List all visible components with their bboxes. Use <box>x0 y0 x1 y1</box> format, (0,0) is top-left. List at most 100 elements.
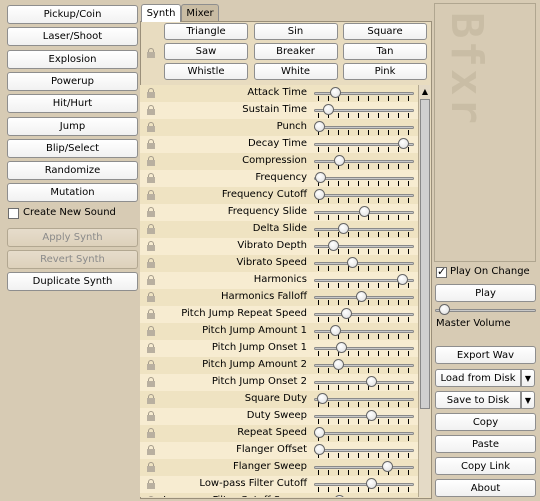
preset-button[interactable]: Hit/Hurt <box>7 94 138 114</box>
lock-icon[interactable] <box>147 326 155 336</box>
about-button[interactable]: About <box>435 479 536 497</box>
param-slider[interactable] <box>314 357 414 374</box>
paste-button[interactable]: Paste <box>435 435 536 453</box>
lock-icon[interactable] <box>147 343 155 353</box>
lock-icon[interactable] <box>147 394 155 404</box>
tab-synth[interactable]: Synth <box>141 4 181 22</box>
param-slider[interactable] <box>314 459 414 476</box>
lock-icon[interactable] <box>147 360 155 370</box>
param-slider[interactable] <box>314 255 414 272</box>
param-slider[interactable] <box>314 221 414 238</box>
lock-icon[interactable] <box>147 479 155 489</box>
param-slider[interactable] <box>314 323 414 340</box>
lock-icon[interactable] <box>147 139 155 149</box>
preset-button[interactable]: Pickup/Coin <box>7 5 138 24</box>
lock-icon[interactable] <box>147 207 155 217</box>
load-dropdown-icon[interactable]: ▼ <box>521 369 535 387</box>
play-button[interactable]: Play <box>435 284 536 302</box>
slider-knob[interactable] <box>314 121 325 132</box>
lock-icon[interactable] <box>147 88 155 98</box>
slider-knob[interactable] <box>316 393 328 404</box>
apply-synth-button[interactable]: Apply Synth <box>7 228 138 247</box>
waveform-button[interactable]: Triangle <box>164 23 248 40</box>
waveform-button[interactable]: White <box>253 63 338 80</box>
waveform-button[interactable]: Pink <box>343 63 427 80</box>
slider-knob[interactable] <box>396 274 408 285</box>
lock-icon[interactable] <box>147 173 155 183</box>
param-slider[interactable] <box>314 102 414 119</box>
master-volume-slider[interactable] <box>435 304 536 317</box>
lock-icon[interactable] <box>147 241 155 251</box>
preset-button[interactable]: Jump <box>7 116 138 136</box>
preset-button[interactable]: Blip/Select <box>7 138 138 158</box>
param-slider[interactable] <box>314 408 414 425</box>
waveform-button[interactable]: Whistle <box>164 63 248 80</box>
lock-icon[interactable] <box>147 275 155 285</box>
param-slider[interactable] <box>314 289 414 306</box>
copy-link-button[interactable]: Copy Link <box>435 457 536 475</box>
preset-button[interactable]: Laser/Shoot <box>7 27 138 47</box>
slider-knob[interactable] <box>335 342 347 353</box>
slider-knob[interactable] <box>341 308 352 319</box>
slider-knob[interactable] <box>359 206 370 217</box>
slider-knob[interactable] <box>332 359 344 370</box>
lock-icon[interactable] <box>147 122 155 132</box>
master-volume-knob[interactable] <box>438 304 450 315</box>
lock-icon[interactable] <box>147 496 155 497</box>
lock-icon[interactable] <box>147 411 155 421</box>
waveform-lock-icon[interactable] <box>147 48 155 58</box>
param-slider[interactable] <box>314 187 414 204</box>
param-slider[interactable] <box>314 119 414 136</box>
param-slider[interactable] <box>314 493 414 497</box>
preset-button[interactable]: Randomize <box>7 161 138 181</box>
param-slider[interactable] <box>314 425 414 442</box>
param-slider[interactable] <box>314 476 414 493</box>
preset-button[interactable]: Mutation <box>7 183 138 203</box>
param-slider[interactable] <box>314 272 414 289</box>
param-slider[interactable] <box>314 340 414 357</box>
slider-knob[interactable] <box>314 172 326 183</box>
lock-icon[interactable] <box>147 190 155 200</box>
slider-knob[interactable] <box>314 427 325 438</box>
duplicate-synth-button[interactable]: Duplicate Synth <box>7 272 138 291</box>
slider-knob[interactable] <box>314 444 325 455</box>
param-scrollbar[interactable]: ▲ <box>418 85 430 497</box>
lock-icon[interactable] <box>147 462 155 472</box>
lock-icon[interactable] <box>147 309 155 319</box>
revert-synth-button[interactable]: Revert Synth <box>7 250 138 269</box>
save-to-disk-button[interactable]: Save to Disk <box>435 391 521 409</box>
slider-knob[interactable] <box>333 495 345 497</box>
lock-icon[interactable] <box>147 377 155 387</box>
lock-icon[interactable] <box>147 224 155 234</box>
lock-icon[interactable] <box>147 105 155 115</box>
lock-icon[interactable] <box>147 445 155 455</box>
param-slider[interactable] <box>314 442 414 459</box>
param-slider[interactable] <box>314 238 414 255</box>
scroll-thumb[interactable] <box>420 99 430 409</box>
waveform-button[interactable]: Square <box>343 23 427 40</box>
slider-knob[interactable] <box>327 240 339 251</box>
preset-button[interactable]: Powerup <box>7 71 138 91</box>
param-slider[interactable] <box>314 153 414 170</box>
param-slider[interactable] <box>314 391 414 408</box>
waveform-button[interactable]: Sin <box>253 23 338 40</box>
slider-knob[interactable] <box>333 155 345 166</box>
play-on-change-checkbox[interactable] <box>436 265 447 278</box>
save-dropdown-icon[interactable]: ▼ <box>521 391 535 409</box>
slider-knob[interactable] <box>397 138 409 149</box>
lock-icon[interactable] <box>147 258 155 268</box>
lock-icon[interactable] <box>147 292 155 302</box>
param-slider[interactable] <box>314 306 414 323</box>
slider-knob[interactable] <box>323 104 334 115</box>
slider-knob[interactable] <box>314 189 325 200</box>
create-new-sound-checkbox[interactable] <box>8 208 19 219</box>
waveform-button[interactable]: Tan <box>343 43 427 60</box>
preset-button[interactable]: Explosion <box>7 49 138 69</box>
param-slider[interactable] <box>314 85 414 102</box>
load-from-disk-button[interactable]: Load from Disk <box>435 369 521 387</box>
param-slider[interactable] <box>314 136 414 153</box>
lock-icon[interactable] <box>147 428 155 438</box>
waveform-button[interactable]: Breaker <box>253 43 338 60</box>
param-slider[interactable] <box>314 170 414 187</box>
waveform-button[interactable]: Saw <box>164 43 248 60</box>
